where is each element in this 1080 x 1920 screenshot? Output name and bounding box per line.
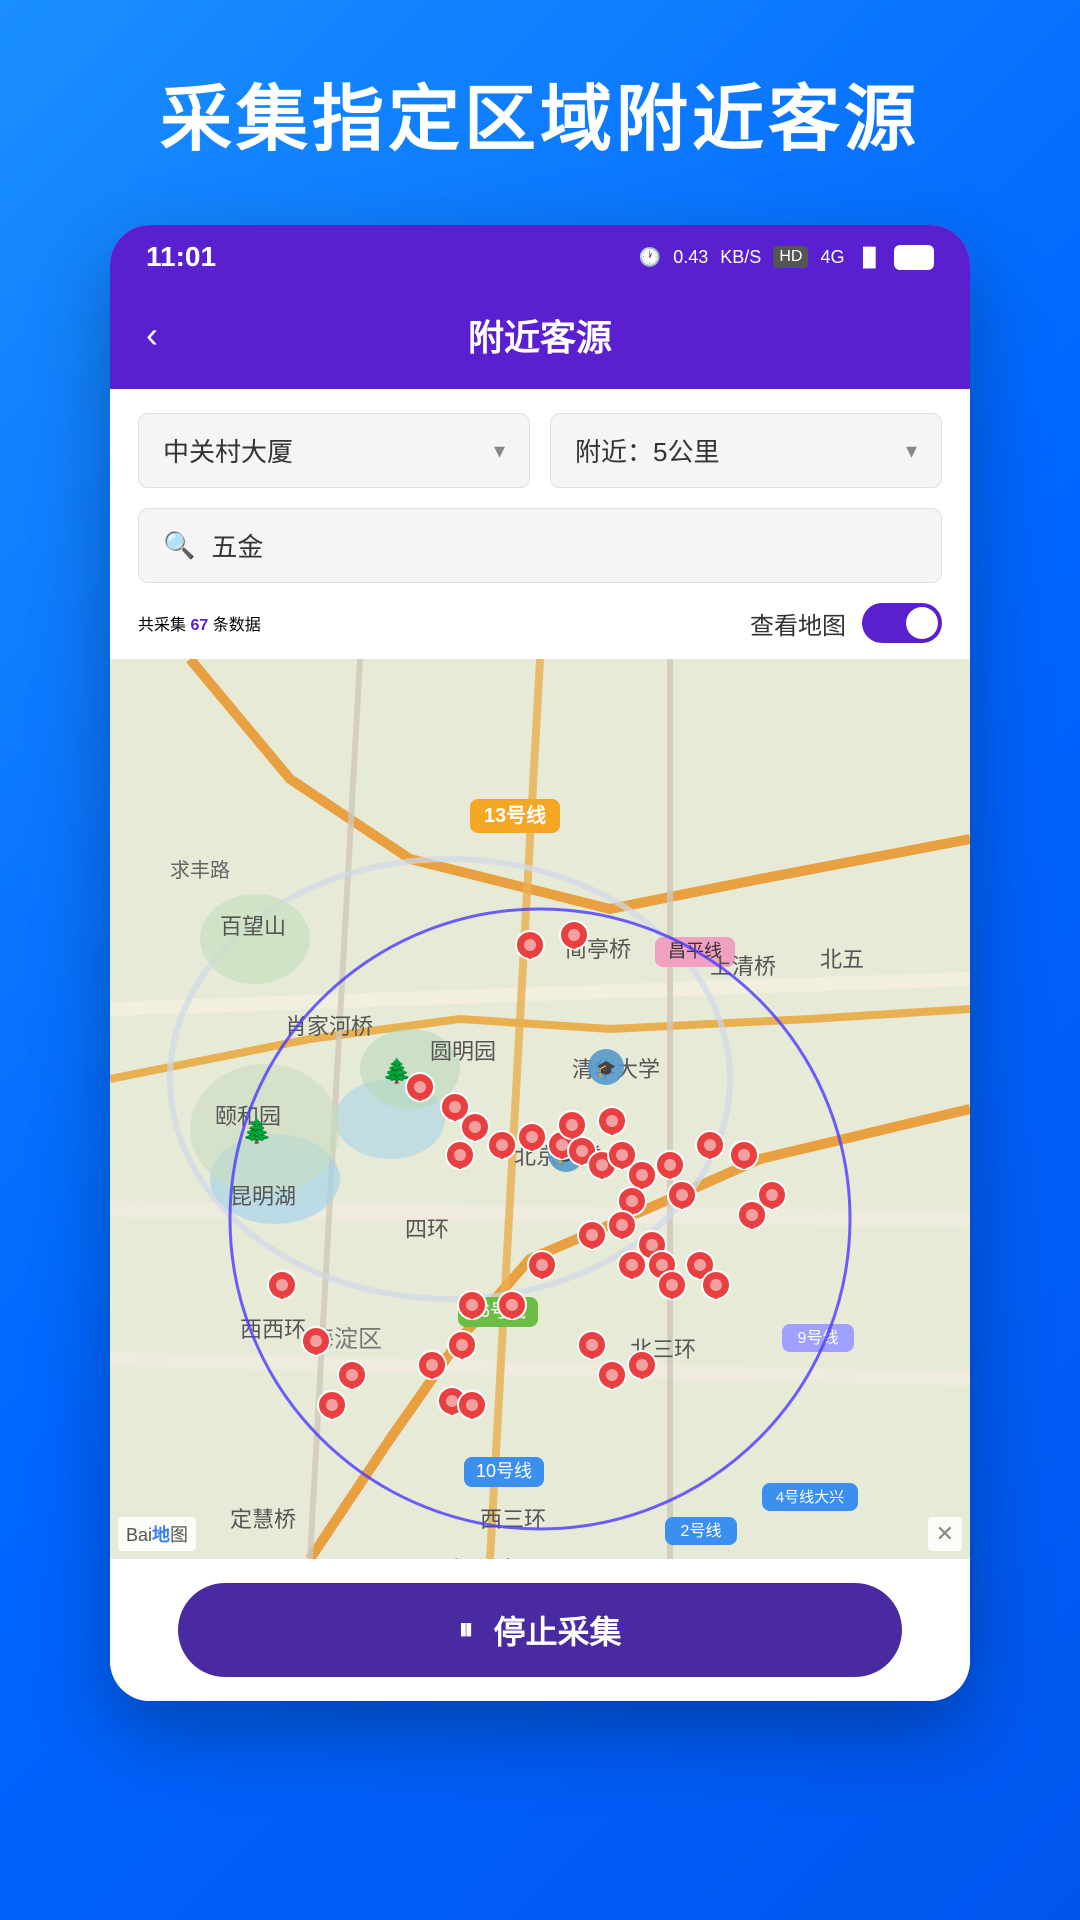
svg-text:百望山: 百望山 (220, 914, 286, 939)
svg-text:复兴路: 复兴路 (450, 1557, 516, 1559)
app-header: ‹ 附近客源 (110, 289, 970, 389)
stop-btn-label: 停止采集 (493, 1607, 621, 1653)
svg-text:求丰路: 求丰路 (170, 859, 230, 882)
range-dropdown[interactable]: 附近：5公里 ▾ (550, 413, 942, 488)
search-bar: 🔍 五金 (138, 508, 942, 583)
map-toggle-switch[interactable] (862, 603, 942, 643)
speed-text: 0.43 (673, 247, 708, 268)
location-dropdown[interactable]: 中关村大厦 ▾ (138, 413, 530, 488)
controls-section: 中关村大厦 ▾ 附近：5公里 ▾ 🔍 五金 共采集 67 条数据 查看地图 (110, 389, 970, 659)
svg-text:定慧桥: 定慧桥 (230, 1507, 296, 1532)
search-input[interactable]: 五金 (211, 527, 917, 564)
signal-icon: ▐▌ (856, 247, 882, 268)
status-bar: 11:01 🕐 0.43 KB/S HD 4G ▐▌ 89 (110, 225, 970, 289)
battery-indicator: 89 (894, 245, 934, 270)
pause-icon: ⏸ (458, 1613, 473, 1647)
svg-text:昆明湖: 昆明湖 (230, 1184, 296, 1209)
svg-text:🎓: 🎓 (596, 1061, 616, 1078)
range-value: 附近：5公里 (575, 432, 719, 469)
header-title: 附近客源 (468, 309, 612, 361)
hd-badge: HD (773, 246, 808, 268)
close-map-icon[interactable]: ✕ (928, 1517, 962, 1551)
network-icon: 4G (820, 247, 844, 268)
stats-count: 67 (190, 617, 208, 634)
stats-suffix: 条数据 (213, 617, 261, 634)
location-value: 中关村大厦 (163, 432, 293, 469)
svg-text:10号线: 10号线 (476, 1461, 532, 1481)
speed-unit: KB/S (720, 247, 761, 268)
status-time: 11:01 (146, 241, 216, 273)
stats-row: 共采集 67 条数据 查看地图 (138, 603, 942, 659)
stop-btn-wrap: ⏸ 停止采集 (110, 1559, 970, 1701)
search-icon: 🔍 (163, 530, 195, 561)
svg-text:9号线: 9号线 (798, 1329, 839, 1347)
svg-text:四环: 四环 (405, 1217, 449, 1242)
map-area[interactable]: 13号线 昌平线 16号线 10号线 2号线 4号线大兴 9号线 百望山 肖家河… (110, 659, 970, 1559)
clock-icon: 🕐 (639, 247, 661, 268)
stop-collection-button[interactable]: ⏸ 停止采集 (178, 1583, 902, 1677)
svg-text:2号线: 2号线 (681, 1522, 722, 1540)
svg-text:4号线大兴: 4号线大兴 (776, 1489, 844, 1506)
map-toggle-label: 查看地图 (750, 606, 846, 641)
svg-text:北五: 北五 (820, 947, 864, 972)
svg-text:圆明园: 圆明园 (430, 1039, 496, 1064)
page-title: 采集指定区域附近客源 (160, 60, 920, 165)
status-icons: 🕐 0.43 KB/S HD 4G ▐▌ 89 (639, 245, 934, 270)
map-toggle-wrap: 查看地图 (750, 603, 942, 643)
location-arrow-icon: ▾ (494, 438, 505, 464)
back-button[interactable]: ‹ (146, 314, 158, 356)
range-arrow-icon: ▾ (906, 438, 917, 464)
filter-row: 中关村大厦 ▾ 附近：5公里 ▾ (138, 413, 942, 488)
map-svg: 13号线 昌平线 16号线 10号线 2号线 4号线大兴 9号线 百望山 肖家河… (110, 659, 970, 1559)
stats-label: 共采集 67 条数据 (138, 611, 261, 635)
baidu-logo: Bai地图 (118, 1517, 196, 1551)
svg-text:13号线: 13号线 (484, 803, 546, 827)
stats-prefix: 共采集 (138, 617, 186, 634)
phone-frame: 11:01 🕐 0.43 KB/S HD 4G ▐▌ 89 ‹ 附近客源 中关村… (110, 225, 970, 1701)
